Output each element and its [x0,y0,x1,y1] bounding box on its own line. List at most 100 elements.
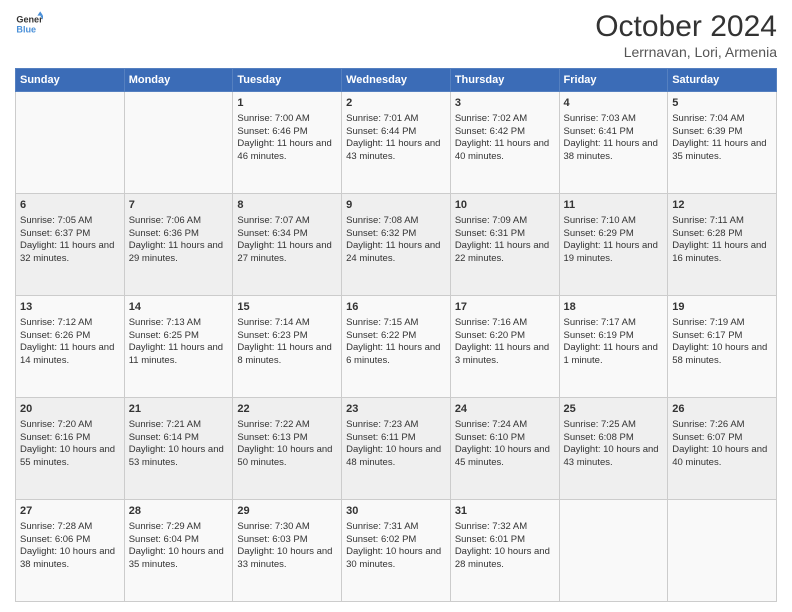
daylight-text: Daylight: 10 hours and 48 minutes. [346,444,441,468]
daylight-text: Daylight: 11 hours and 22 minutes. [455,240,549,264]
sunset-text: Sunset: 6:23 PM [237,330,307,341]
sunrise-text: Sunrise: 7:23 AM [346,419,418,430]
sunrise-text: Sunrise: 7:29 AM [129,521,201,532]
calendar-cell: 19Sunrise: 7:19 AMSunset: 6:17 PMDayligh… [668,296,777,398]
day-number: 17 [455,300,555,315]
sunrise-text: Sunrise: 7:22 AM [237,419,309,430]
calendar-page: General Blue October 2024 Lerrnavan, Lor… [0,0,792,612]
sunset-text: Sunset: 6:29 PM [564,228,634,239]
sunset-text: Sunset: 6:39 PM [672,126,742,137]
daylight-text: Daylight: 11 hours and 43 minutes. [346,138,440,162]
sunset-text: Sunset: 6:16 PM [20,432,90,443]
day-of-week-header: Friday [559,69,668,92]
day-of-week-header: Wednesday [342,69,451,92]
sunset-text: Sunset: 6:25 PM [129,330,199,341]
sunset-text: Sunset: 6:26 PM [20,330,90,341]
calendar-cell: 4Sunrise: 7:03 AMSunset: 6:41 PMDaylight… [559,92,668,194]
day-number: 24 [455,402,555,417]
day-number: 3 [455,96,555,111]
sunset-text: Sunset: 6:41 PM [564,126,634,137]
daylight-text: Daylight: 10 hours and 53 minutes. [129,444,224,468]
calendar-cell: 15Sunrise: 7:14 AMSunset: 6:23 PMDayligh… [233,296,342,398]
calendar-cell: 30Sunrise: 7:31 AMSunset: 6:02 PMDayligh… [342,500,451,602]
daylight-text: Daylight: 11 hours and 11 minutes. [129,342,223,366]
day-number: 2 [346,96,446,111]
sunrise-text: Sunrise: 7:19 AM [672,317,744,328]
calendar-cell: 11Sunrise: 7:10 AMSunset: 6:29 PMDayligh… [559,194,668,296]
calendar-cell: 13Sunrise: 7:12 AMSunset: 6:26 PMDayligh… [16,296,125,398]
day-number: 31 [455,504,555,519]
calendar-cell: 28Sunrise: 7:29 AMSunset: 6:04 PMDayligh… [124,500,233,602]
day-number: 9 [346,198,446,213]
calendar-cell: 8Sunrise: 7:07 AMSunset: 6:34 PMDaylight… [233,194,342,296]
day-number: 18 [564,300,664,315]
day-number: 4 [564,96,664,111]
sunset-text: Sunset: 6:36 PM [129,228,199,239]
daylight-text: Daylight: 10 hours and 38 minutes. [20,546,115,570]
sunrise-text: Sunrise: 7:06 AM [129,215,201,226]
sunrise-text: Sunrise: 7:03 AM [564,113,636,124]
calendar-cell [668,500,777,602]
sunset-text: Sunset: 6:17 PM [672,330,742,341]
calendar-header-row: SundayMondayTuesdayWednesdayThursdayFrid… [16,69,777,92]
daylight-text: Daylight: 11 hours and 6 minutes. [346,342,440,366]
daylight-text: Daylight: 10 hours and 30 minutes. [346,546,441,570]
sunrise-text: Sunrise: 7:07 AM [237,215,309,226]
daylight-text: Daylight: 10 hours and 33 minutes. [237,546,332,570]
daylight-text: Daylight: 10 hours and 50 minutes. [237,444,332,468]
page-header: General Blue October 2024 Lerrnavan, Lor… [15,10,777,60]
sunset-text: Sunset: 6:01 PM [455,534,525,545]
day-number: 15 [237,300,337,315]
daylight-text: Daylight: 11 hours and 27 minutes. [237,240,331,264]
sunrise-text: Sunrise: 7:08 AM [346,215,418,226]
sunrise-text: Sunrise: 7:30 AM [237,521,309,532]
calendar-week-row: 27Sunrise: 7:28 AMSunset: 6:06 PMDayligh… [16,500,777,602]
sunrise-text: Sunrise: 7:20 AM [20,419,92,430]
daylight-text: Daylight: 11 hours and 19 minutes. [564,240,658,264]
sunset-text: Sunset: 6:13 PM [237,432,307,443]
calendar-cell: 16Sunrise: 7:15 AMSunset: 6:22 PMDayligh… [342,296,451,398]
daylight-text: Daylight: 11 hours and 29 minutes. [129,240,223,264]
sunrise-text: Sunrise: 7:05 AM [20,215,92,226]
logo-icon: General Blue [15,10,43,38]
sunset-text: Sunset: 6:06 PM [20,534,90,545]
day-number: 26 [672,402,772,417]
calendar-cell: 17Sunrise: 7:16 AMSunset: 6:20 PMDayligh… [450,296,559,398]
calendar-cell: 14Sunrise: 7:13 AMSunset: 6:25 PMDayligh… [124,296,233,398]
day-number: 13 [20,300,120,315]
calendar-cell: 7Sunrise: 7:06 AMSunset: 6:36 PMDaylight… [124,194,233,296]
sunset-text: Sunset: 6:08 PM [564,432,634,443]
title-area: October 2024 Lerrnavan, Lori, Armenia [595,10,777,60]
sunset-text: Sunset: 6:22 PM [346,330,416,341]
sunrise-text: Sunrise: 7:21 AM [129,419,201,430]
daylight-text: Daylight: 10 hours and 35 minutes. [129,546,224,570]
day-number: 1 [237,96,337,111]
daylight-text: Daylight: 10 hours and 58 minutes. [672,342,767,366]
daylight-text: Daylight: 11 hours and 40 minutes. [455,138,549,162]
day-number: 8 [237,198,337,213]
calendar-week-row: 13Sunrise: 7:12 AMSunset: 6:26 PMDayligh… [16,296,777,398]
day-of-week-header: Saturday [668,69,777,92]
calendar-cell: 31Sunrise: 7:32 AMSunset: 6:01 PMDayligh… [450,500,559,602]
sunrise-text: Sunrise: 7:16 AM [455,317,527,328]
month-title: October 2024 [595,10,777,44]
sunrise-text: Sunrise: 7:25 AM [564,419,636,430]
sunset-text: Sunset: 6:10 PM [455,432,525,443]
sunrise-text: Sunrise: 7:24 AM [455,419,527,430]
day-number: 27 [20,504,120,519]
calendar-cell: 29Sunrise: 7:30 AMSunset: 6:03 PMDayligh… [233,500,342,602]
sunrise-text: Sunrise: 7:01 AM [346,113,418,124]
calendar-cell: 2Sunrise: 7:01 AMSunset: 6:44 PMDaylight… [342,92,451,194]
sunrise-text: Sunrise: 7:28 AM [20,521,92,532]
sunrise-text: Sunrise: 7:02 AM [455,113,527,124]
day-number: 20 [20,402,120,417]
daylight-text: Daylight: 11 hours and 32 minutes. [20,240,114,264]
calendar-table: SundayMondayTuesdayWednesdayThursdayFrid… [15,68,777,602]
sunrise-text: Sunrise: 7:10 AM [564,215,636,226]
calendar-cell [16,92,125,194]
day-number: 29 [237,504,337,519]
sunset-text: Sunset: 6:46 PM [237,126,307,137]
calendar-week-row: 1Sunrise: 7:00 AMSunset: 6:46 PMDaylight… [16,92,777,194]
logo: General Blue [15,10,43,38]
day-number: 16 [346,300,446,315]
